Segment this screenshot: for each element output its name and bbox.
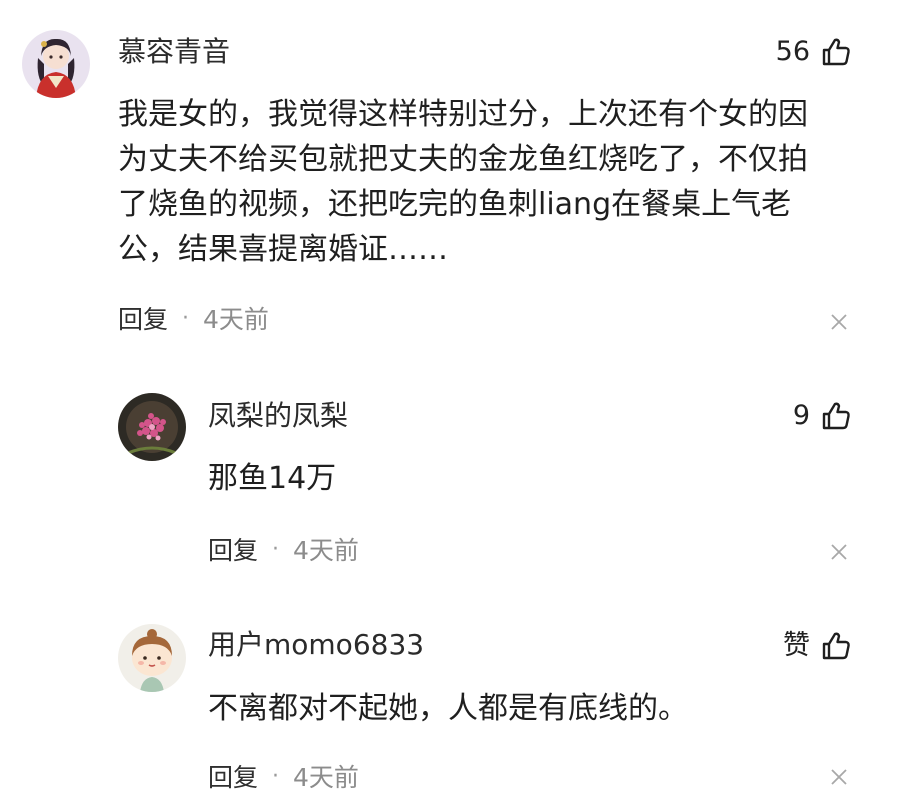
avatar[interactable] [118,624,186,692]
comment-meta: 回复 · 4天前 [208,760,359,792]
like-button[interactable]: 赞 [783,628,852,664]
separator-dot: · [272,763,280,789]
comment-text: 不离都对不起她，人都是有底线的。 [208,686,688,731]
thumbs-up-icon [820,630,852,662]
reply-button[interactable]: 回复 [208,758,258,794]
close-icon[interactable] [830,768,848,786]
timestamp: 4天前 [293,763,359,792]
cartoon-girl-avatar-icon [118,624,186,692]
comment-item: 用户momo6833 赞 不离都对不起她，人都是有底线的。 回复 · 4天前 [0,0,900,792]
username[interactable]: 用户momo6833 [208,627,424,663]
comment-text-line: 不离都对不起她，人都是有底线的。 [208,691,688,726]
like-count: 赞 [783,630,810,661]
